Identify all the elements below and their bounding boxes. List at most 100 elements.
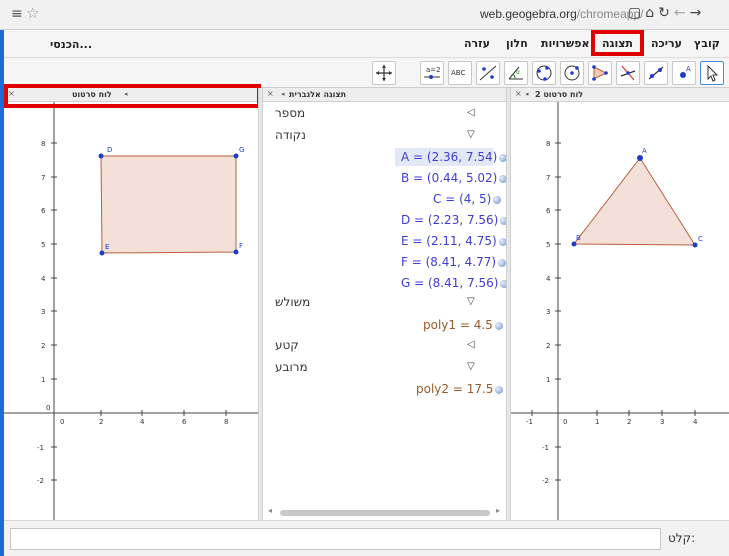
y-tick-label: 4 [41,275,46,283]
visibility-toggle-icon[interactable] [493,196,502,204]
input-field[interactable] [10,528,661,550]
x-ticks: -1 0 1 2 3 4 [526,410,698,426]
algebra-point-e-text: E = (2.11, 4.75) [401,234,497,248]
algebra-point-c-text: C = (4, 5) [433,192,492,206]
quadrilateral-poly2[interactable] [100,155,237,254]
point-label: A [642,147,647,155]
algebra-point-g-text: G = (8.41, 7.56) [401,276,499,290]
algebra-point-c[interactable]: C = (4, 5) [433,192,502,206]
y-tick-label: -2 [542,477,549,485]
visibility-toggle-icon[interactable] [494,322,503,330]
algebra-point-b[interactable]: B = (0.44, 5.02) [401,171,508,185]
point-b[interactable] [571,241,577,247]
algebra-point-d[interactable]: D = (2.23, 7.56) [401,213,509,227]
reload-icon[interactable]: ↻ [658,5,674,21]
circle-three-points-tool[interactable] [532,61,556,85]
close-icon[interactable]: × [267,89,274,98]
forward-icon[interactable]: → [690,5,706,21]
point-d[interactable] [98,153,104,159]
svg-text:A: A [686,65,691,73]
point-label: F [239,242,243,250]
move-tool[interactable] [700,61,724,85]
move-graphics-tool[interactable] [372,61,396,85]
algebra-horizontal-scrollbar[interactable]: ◂ ▸ [268,506,504,518]
point-f[interactable] [233,249,239,255]
text-tool-label: ABC [451,69,466,77]
y-tick-label: 2 [546,342,550,350]
point-g[interactable] [233,153,239,159]
y-tick-label: 4 [546,275,551,283]
x-tick-label: 2 [627,418,631,426]
menu-view-highlight [591,30,644,56]
x-tick-label: 1 [595,418,599,426]
slider-tool[interactable]: a=2 [420,61,444,85]
algebra-point-a-text: A = (2.36, 7.54) [401,150,498,164]
scroll-left-icon[interactable]: ◂ [268,506,272,515]
visibility-toggle-icon[interactable] [495,386,504,394]
menu-help[interactable]: עזרה [464,37,490,50]
text-tool[interactable]: ABC [448,61,472,85]
collapsed-arrow-icon[interactable]: ◁ [467,107,475,118]
expanded-arrow-icon[interactable]: ▽ [467,129,475,140]
view-menu-arrow-icon[interactable]: ◂ [281,90,285,98]
graphics-view-1[interactable]: × ◂ לוח סרטוט 8 7 6 5 4 3 2 1 0 -1 -2 0 … [4,88,258,520]
y-tick-label: 2 [41,342,45,350]
algebra-point-b-text: B = (0.44, 5.02) [401,171,498,185]
collapsed-arrow-icon[interactable]: ◁ [467,339,475,350]
algebra-point-g[interactable]: G = (8.41, 7.56) [401,276,509,290]
x-tick-label: 6 [182,418,187,426]
home-icon[interactable]: ⌂ [645,5,658,21]
scrollbar-thumb[interactable] [280,510,490,516]
reflect-tool[interactable] [476,61,500,85]
menu-window[interactable]: חלון [506,37,528,50]
line-tool[interactable] [644,61,668,85]
algebra-view: × ◂ תצוגה אלגברית ◁ מספר ▽ נקודה A = (2.… [263,88,509,520]
algebra-point-f[interactable]: F = (8.41, 4.77) [401,255,507,269]
scroll-right-icon[interactable]: ▸ [496,506,500,515]
algebra-point-e[interactable]: E = (2.11, 4.75) [401,234,507,248]
view-menu-arrow-icon[interactable]: ◂ [525,90,529,98]
graphics-view-2-canvas[interactable]: 8 7 6 5 4 3 2 1 -1 -2 -1 0 1 2 3 4 A B C [511,102,729,520]
hamburger-icon[interactable]: ≡ [11,6,23,22]
visibility-toggle-icon[interactable] [498,259,507,267]
y-tick-label: 3 [41,308,45,316]
polygon-tool[interactable] [588,61,612,85]
category-point: נקודה [275,128,306,142]
expanded-arrow-icon[interactable]: ▽ [467,296,475,307]
close-icon[interactable]: × [515,89,522,98]
menu-edit[interactable]: עריכה [651,37,682,50]
expanded-arrow-icon[interactable]: ▽ [467,361,475,372]
y-tick-label: 8 [41,140,45,148]
y-tick-label: 5 [41,241,45,249]
algebra-poly2[interactable]: poly2 = 17.5 [416,382,504,396]
star-icon[interactable]: ☆ [26,4,39,22]
y-tick-label: 7 [546,174,550,182]
point-label: G [239,146,244,154]
page-icon[interactable]: ▢ [628,5,645,21]
x-tick-label: 0 [60,418,64,426]
algebra-point-a[interactable]: A = (2.36, 7.54) [401,150,508,164]
back-icon[interactable]: ← [674,5,690,21]
y-tick-label: -2 [37,477,44,485]
point-c[interactable] [692,242,698,248]
algebra-view-title: תצוגה אלגברית [289,90,347,99]
point-label: E [105,243,109,251]
triangle-poly1[interactable] [572,157,696,246]
graphics-view-1-canvas[interactable]: 8 7 6 5 4 3 2 1 0 -1 -2 0 2 4 6 8 D G E … [4,102,258,520]
perpendicular-tool[interactable] [616,61,640,85]
algebra-poly1[interactable]: poly1 = 4.5 [423,318,503,332]
graphics-view-2[interactable]: × ◂ לוח סרטוט 2 8 7 6 5 4 3 2 1 -1 -2 -1… [511,88,729,520]
circle-tool[interactable] [560,61,584,85]
algebra-poly2-text: poly2 = 17.5 [416,382,494,396]
category-triangle: משולש [275,295,311,309]
address-bar[interactable]: web.geogebra.org/chromeapp/ [480,7,643,21]
point-tool[interactable]: A [672,61,696,85]
input-bar: קלט: [4,520,729,556]
menu-file[interactable]: קובץ [694,37,720,50]
signin-link[interactable]: הכנסי... [50,38,92,51]
menu-options[interactable]: אפשרויות [541,37,590,50]
point-a[interactable] [637,155,643,161]
point-e[interactable] [99,250,105,256]
x-tick-label: 0 [563,418,567,426]
angle-tool[interactable]: α [504,61,528,85]
